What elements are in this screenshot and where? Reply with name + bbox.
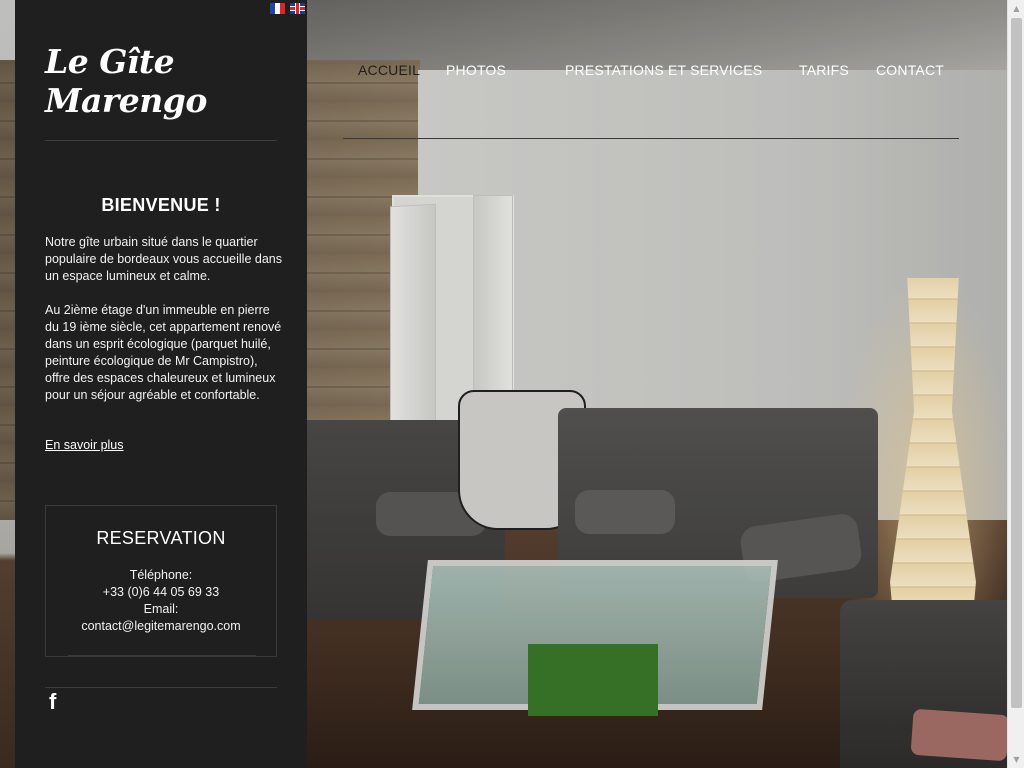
reservation-box: RESERVATION Téléphone: +33 (0)6 44 05 69… [45, 505, 277, 657]
site-logo[interactable]: Le Gîte Marengo [45, 42, 307, 120]
flag-fr-icon[interactable] [270, 3, 285, 14]
facebook-icon[interactable]: f [49, 689, 56, 715]
nav-item-photos[interactable]: PHOTOS [446, 62, 506, 78]
scroll-up-icon[interactable]: ▲ [1008, 0, 1024, 17]
nav-item-tarifs[interactable]: TARIFS [799, 62, 849, 78]
email-address[interactable]: contact@legitemarengo.com [46, 619, 276, 633]
vertical-scrollbar[interactable]: ▲ ▼ [1007, 0, 1024, 768]
divider [68, 655, 256, 656]
nav-divider [343, 138, 959, 139]
flag-uk-icon[interactable] [290, 3, 305, 14]
phone-number[interactable]: +33 (0)6 44 05 69 33 [46, 585, 276, 599]
phone-label: Téléphone: [129, 568, 193, 582]
nav-item-prestations[interactable]: PRESTATIONS ET SERVICES [565, 62, 762, 78]
divider [45, 687, 277, 688]
sidebar: Le Gîte Marengo BIENVENUE ! Notre gîte u… [15, 0, 307, 768]
learn-more-link[interactable]: En savoir plus [45, 438, 124, 452]
reservation-title: RESERVATION [96, 528, 226, 548]
welcome-title: BIENVENUE ! [101, 195, 221, 215]
welcome-paragraph: Au 2ième étage d'un immeuble en pierre d… [45, 303, 282, 402]
welcome-paragraph: Notre gîte urbain situé dans le quartier… [45, 235, 282, 283]
divider [45, 140, 277, 141]
scrollbar-thumb[interactable] [1011, 18, 1022, 708]
email-label: Email: [143, 602, 179, 616]
nav-item-contact[interactable]: CONTACT [876, 62, 944, 78]
language-switcher [270, 3, 305, 14]
nav-item-accueil[interactable]: ACCUEIL [358, 62, 420, 78]
scroll-down-icon[interactable]: ▼ [1008, 751, 1024, 768]
